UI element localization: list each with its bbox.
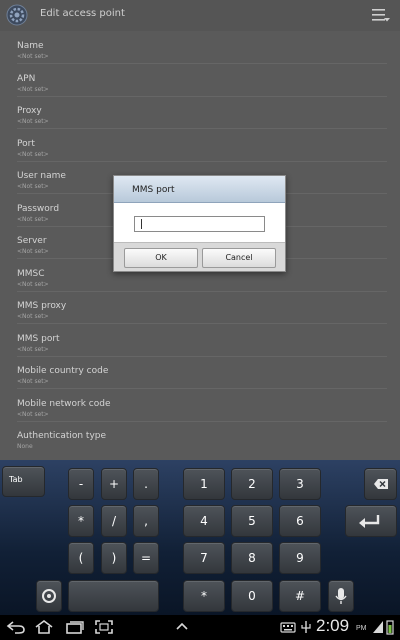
key-plus[interactable]: + bbox=[101, 468, 127, 500]
dialog-title: MMS port bbox=[132, 185, 175, 195]
key-4[interactable]: 4 bbox=[183, 505, 225, 537]
pref-title: Mobile country code bbox=[17, 366, 109, 376]
back-icon[interactable] bbox=[6, 619, 26, 635]
pref-value: None bbox=[17, 443, 33, 450]
settings-gear-icon bbox=[6, 4, 28, 26]
pref-port[interactable]: Port <Not set> bbox=[17, 130, 387, 162]
pref-mobile-network-code[interactable]: Mobile network code <Not set> bbox=[17, 390, 387, 422]
key-6[interactable]: 6 bbox=[279, 505, 321, 537]
pref-apn[interactable]: APN <Not set> bbox=[17, 65, 387, 97]
pref-title: Name bbox=[17, 41, 44, 51]
pref-mms-port[interactable]: MMS port <Not set> bbox=[17, 325, 387, 357]
battery-icon bbox=[386, 620, 394, 635]
pref-value: <Not set> bbox=[17, 248, 49, 255]
pref-title: Password bbox=[17, 203, 60, 214]
key-minus[interactable]: - bbox=[68, 468, 94, 500]
keyboard-icon bbox=[280, 622, 296, 633]
key-star[interactable]: * bbox=[183, 580, 225, 612]
key-8[interactable]: 8 bbox=[231, 542, 273, 574]
microphone-icon bbox=[335, 588, 347, 604]
pref-value: <Not set> bbox=[17, 85, 49, 93]
backspace-icon bbox=[374, 479, 388, 489]
pref-value: <Not set> bbox=[17, 410, 49, 418]
mms-port-dialog: MMS port OK Cancel bbox=[113, 175, 286, 272]
recent-apps-icon[interactable] bbox=[65, 619, 85, 635]
pref-value: <Not set> bbox=[17, 183, 49, 190]
pref-title: Proxy bbox=[17, 106, 42, 116]
pref-title: Mobile network code bbox=[17, 398, 111, 409]
title-bar: Edit access point bbox=[0, 0, 400, 31]
key-3[interactable]: 3 bbox=[279, 468, 321, 500]
pref-value: <Not set> bbox=[17, 53, 49, 60]
pref-value: <Not set> bbox=[17, 313, 49, 320]
page-title: Edit access point bbox=[40, 8, 125, 19]
key-asterisk[interactable]: * bbox=[68, 505, 94, 537]
settings-key[interactable] bbox=[36, 580, 62, 612]
key-0[interactable]: 0 bbox=[231, 580, 273, 612]
key-7[interactable]: 7 bbox=[183, 542, 225, 574]
key-equals[interactable]: = bbox=[133, 542, 159, 574]
ok-button[interactable]: OK bbox=[124, 248, 198, 268]
space-key[interactable] bbox=[68, 580, 159, 612]
pref-proxy[interactable]: Proxy <Not set> bbox=[17, 97, 387, 129]
pref-title: MMS port bbox=[17, 333, 60, 344]
pref-title: Port bbox=[17, 138, 35, 149]
pref-title: User name bbox=[17, 171, 66, 181]
pref-title: Server bbox=[17, 236, 47, 246]
key-open-paren[interactable]: ( bbox=[68, 542, 94, 574]
pref-title: MMSC bbox=[17, 268, 45, 279]
home-icon[interactable] bbox=[34, 619, 54, 635]
pref-value: <Not set> bbox=[17, 280, 49, 288]
tab-key[interactable]: Tab bbox=[2, 466, 45, 497]
key-comma[interactable]: , bbox=[133, 505, 159, 537]
dialog-header: MMS port bbox=[114, 176, 285, 203]
pref-title: APN bbox=[17, 73, 36, 84]
key-1[interactable]: 1 bbox=[183, 468, 225, 500]
menu-icon[interactable] bbox=[372, 8, 390, 22]
pref-value: <Not set> bbox=[17, 215, 49, 223]
pref-mms-proxy[interactable]: MMS proxy <Not set> bbox=[17, 292, 387, 324]
key-2[interactable]: 2 bbox=[231, 468, 273, 500]
dialog-button-bar: OK Cancel bbox=[114, 242, 285, 271]
voice-input-key[interactable] bbox=[328, 580, 354, 612]
key-9[interactable]: 9 bbox=[279, 542, 321, 574]
clock-time: 2:09 bbox=[316, 616, 350, 635]
clock-ampm: PM bbox=[356, 625, 367, 632]
enter-icon bbox=[359, 515, 380, 528]
key-slash[interactable]: / bbox=[101, 505, 127, 537]
enter-key[interactable] bbox=[345, 505, 397, 537]
pref-value: <Not set> bbox=[17, 118, 49, 125]
key-hash[interactable]: # bbox=[279, 580, 321, 612]
numeric-keyboard: Tab - + . 1 2 3 * / , 4 5 6 ( ) = 7 8 9 … bbox=[0, 460, 400, 615]
mms-port-input[interactable] bbox=[134, 216, 265, 232]
pref-authentication-type[interactable]: Authentication type None bbox=[17, 422, 387, 454]
pref-value: <Not set> bbox=[17, 378, 49, 385]
text-cursor bbox=[141, 219, 142, 229]
expand-up-icon[interactable] bbox=[172, 619, 192, 635]
key-close-paren[interactable]: ) bbox=[101, 542, 127, 574]
screenshot-icon[interactable] bbox=[94, 619, 114, 635]
usb-icon bbox=[301, 621, 311, 633]
system-bar: 2:09 PM bbox=[0, 615, 400, 640]
pref-title: MMS proxy bbox=[17, 301, 67, 311]
cancel-button[interactable]: Cancel bbox=[202, 248, 276, 268]
key-period[interactable]: . bbox=[133, 468, 159, 500]
pref-mobile-country-code[interactable]: Mobile country code <Not set> bbox=[17, 357, 387, 389]
pref-title: Authentication type bbox=[17, 431, 107, 441]
keyboard-settings-icon bbox=[42, 589, 56, 603]
pref-value: <Not set> bbox=[17, 150, 49, 158]
key-5[interactable]: 5 bbox=[231, 505, 273, 537]
signal-icon bbox=[373, 621, 383, 633]
pref-value: <Not set> bbox=[17, 345, 49, 353]
backspace-key[interactable] bbox=[364, 468, 397, 500]
pref-name[interactable]: Name <Not set> bbox=[17, 32, 387, 64]
